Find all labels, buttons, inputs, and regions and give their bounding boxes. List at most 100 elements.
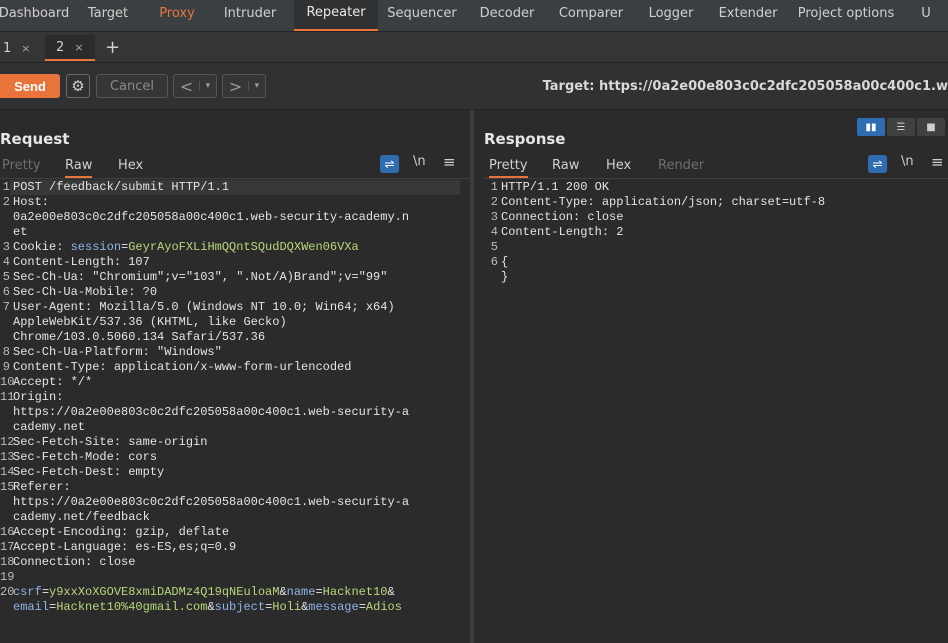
nav-tab-intruder[interactable]: Intruder [206, 0, 294, 31]
code-token: & [207, 600, 215, 614]
code-token: = [41, 585, 50, 599]
code-token: { [501, 255, 509, 269]
code-token: AppleWebKit/537.36 (KHTML, like Gecko) [13, 315, 287, 329]
cancel-button[interactable]: Cancel [96, 74, 168, 98]
request-view-tabs: Pretty Raw Hex [0, 154, 470, 179]
code-line: Sec-Fetch-Mode: cors [13, 450, 157, 465]
code-line: et [13, 225, 27, 240]
gear-icon[interactable]: ⚙ [66, 74, 90, 98]
chevron-down-icon[interactable]: ▾ [247, 81, 265, 91]
code-line: https://0a2e00e803c0c2dfc205058a00c400c1… [13, 405, 409, 420]
code-token: Chrome/103.0.5060.134 Safari/537.36 [13, 330, 266, 344]
line-number: 10 [0, 375, 15, 389]
code-token: session [70, 240, 122, 254]
line-number: 1 [2, 180, 10, 194]
code-token: et [13, 225, 28, 239]
code-token: & [387, 585, 395, 599]
send-button[interactable]: Send [0, 74, 60, 98]
code-token: Connection: close [13, 555, 136, 569]
target-url[interactable]: Target: https://0a2e00e803c0c2dfc205058a… [543, 79, 948, 94]
code-token: Sec-Ch-Ua-Platform: "Windows" [13, 345, 222, 359]
newline-icon[interactable]: \n [901, 154, 914, 169]
nav-tab-u[interactable]: U [904, 0, 948, 31]
code-token: Sec-Fetch-Site: same-origin [13, 435, 208, 449]
tab-hex[interactable]: Hex [118, 158, 143, 173]
tab-pretty[interactable]: Pretty [489, 158, 528, 178]
tab-render[interactable]: Render [658, 158, 704, 173]
code-token: message [308, 600, 359, 614]
repeater-tab-1[interactable]: 1 × [0, 35, 40, 61]
code-token: POST /feedback/submit HTTP/1.1 [13, 180, 230, 194]
code-line: Origin: [13, 390, 71, 405]
code-line: Content-Type: application/x-www-form-url… [13, 360, 351, 375]
code-token: Host: [13, 195, 57, 209]
repeater-toolbar: Send ⚙ Cancel < ▾ > ▾ Target: https://0a… [0, 63, 948, 110]
nav-tab-project-options[interactable]: Project options [788, 0, 904, 31]
code-line: Content-Length: 107 [13, 255, 150, 270]
nav-tab-decoder[interactable]: Decoder [466, 0, 548, 31]
line-number: 19 [0, 570, 15, 584]
code-token: & [279, 585, 287, 599]
code-line: Cookie: session=GeyrAyoFXLiHmQQntSQudDQX… [13, 240, 359, 255]
line-number: 6 [2, 285, 10, 299]
nav-tab-logger[interactable]: Logger [634, 0, 708, 31]
code-token: cademy.net [13, 420, 86, 434]
code-token: GeyrAyoFXLiHmQQntSQudDQXWen06VXa [128, 240, 359, 254]
code-token: = [315, 585, 323, 599]
code-line: Accept: */* [13, 375, 92, 390]
line-number: 11 [0, 390, 15, 404]
repeater-tab-label: 1 [3, 40, 12, 56]
tab-pretty[interactable]: Pretty [2, 158, 41, 173]
code-line: Accept-Encoding: gzip, deflate [13, 525, 229, 540]
response-editor[interactable]: 1 HTTP/1.1 200 OK 2 Content-Type: applicati… [488, 180, 948, 643]
request-editor[interactable]: 1 POST /feedback/submit HTTP/1.1 2 Host: 0a… [0, 180, 470, 643]
response-panel: Response Pretty Raw Hex Render ⇌ \n ≡ 1H… [474, 110, 948, 643]
history-forward-button[interactable]: > ▾ [222, 74, 266, 98]
code-line: Sec-Ch-Ua-Platform: "Windows" [13, 345, 222, 360]
code-token: User-Agent: Mozilla/5.0 (Windows NT 10.0… [13, 300, 395, 314]
chevron-left-icon: < [179, 76, 194, 96]
tab-raw[interactable]: Raw [65, 158, 93, 178]
code-line: Sec-Ch-Ua: "Chromium";v="103", ".Not/A)B… [13, 270, 387, 285]
line-number: 4 [2, 255, 10, 269]
code-line: HTTP/1.1 200 OK [501, 180, 609, 195]
code-token: = [358, 600, 366, 614]
add-tab-icon[interactable]: + [105, 37, 120, 58]
nav-tab-repeater[interactable]: Repeater [294, 0, 378, 31]
nav-tab-comparer[interactable]: Comparer [548, 0, 634, 31]
tab-raw[interactable]: Raw [552, 158, 579, 173]
line-number: 4 [490, 225, 498, 239]
code-line: email=Hacknet10%40gmail.com&subject=Holi… [13, 600, 402, 615]
nav-tab-target[interactable]: Target [68, 0, 148, 31]
tab-hex[interactable]: Hex [606, 158, 631, 173]
close-icon[interactable]: × [74, 41, 83, 54]
nav-tab-extender[interactable]: Extender [708, 0, 788, 31]
code-token: Content-Length: 2 [501, 225, 624, 239]
code-line: AppleWebKit/537.36 (KHTML, like Gecko) [13, 315, 287, 330]
layout-tabs-icon[interactable]: ■ [917, 118, 945, 136]
code-token: Hacknet10 [322, 585, 388, 599]
code-token: cademy.net/feedback [13, 510, 150, 524]
line-number: 8 [2, 345, 10, 359]
repeater-tab-2[interactable]: 2 × [45, 35, 95, 61]
chevron-down-icon[interactable]: ▾ [198, 81, 216, 91]
code-token: Content-Type: application/x-www-form-url… [13, 360, 352, 374]
code-token: HTTP/1.1 200 OK [501, 180, 610, 194]
history-back-button[interactable]: < ▾ [173, 74, 217, 98]
wrap-lines-icon[interactable]: ⇌ [868, 155, 887, 173]
menu-icon[interactable]: ≡ [443, 153, 456, 171]
newline-icon[interactable]: \n [413, 154, 426, 169]
code-token: Sec-Ch-Ua-Mobile: ?0 [13, 285, 158, 299]
nav-tab-sequencer[interactable]: Sequencer [378, 0, 466, 31]
nav-tab-proxy[interactable]: Proxy [148, 0, 206, 31]
menu-icon[interactable]: ≡ [931, 153, 944, 171]
nav-tab-dashboard[interactable]: Dashboard [0, 0, 69, 31]
layout-side-by-side-icon[interactable]: ▮▮ [857, 118, 885, 136]
layout-top-bottom-icon[interactable]: ☰ [887, 118, 915, 136]
code-line: Chrome/103.0.5060.134 Safari/537.36 [13, 330, 265, 345]
code-token: csrf [13, 585, 42, 599]
wrap-lines-icon[interactable]: ⇌ [380, 155, 399, 173]
close-icon[interactable]: × [21, 42, 30, 55]
chevron-right-icon: > [228, 76, 243, 96]
code-line: User-Agent: Mozilla/5.0 (Windows NT 10.0… [13, 300, 395, 315]
